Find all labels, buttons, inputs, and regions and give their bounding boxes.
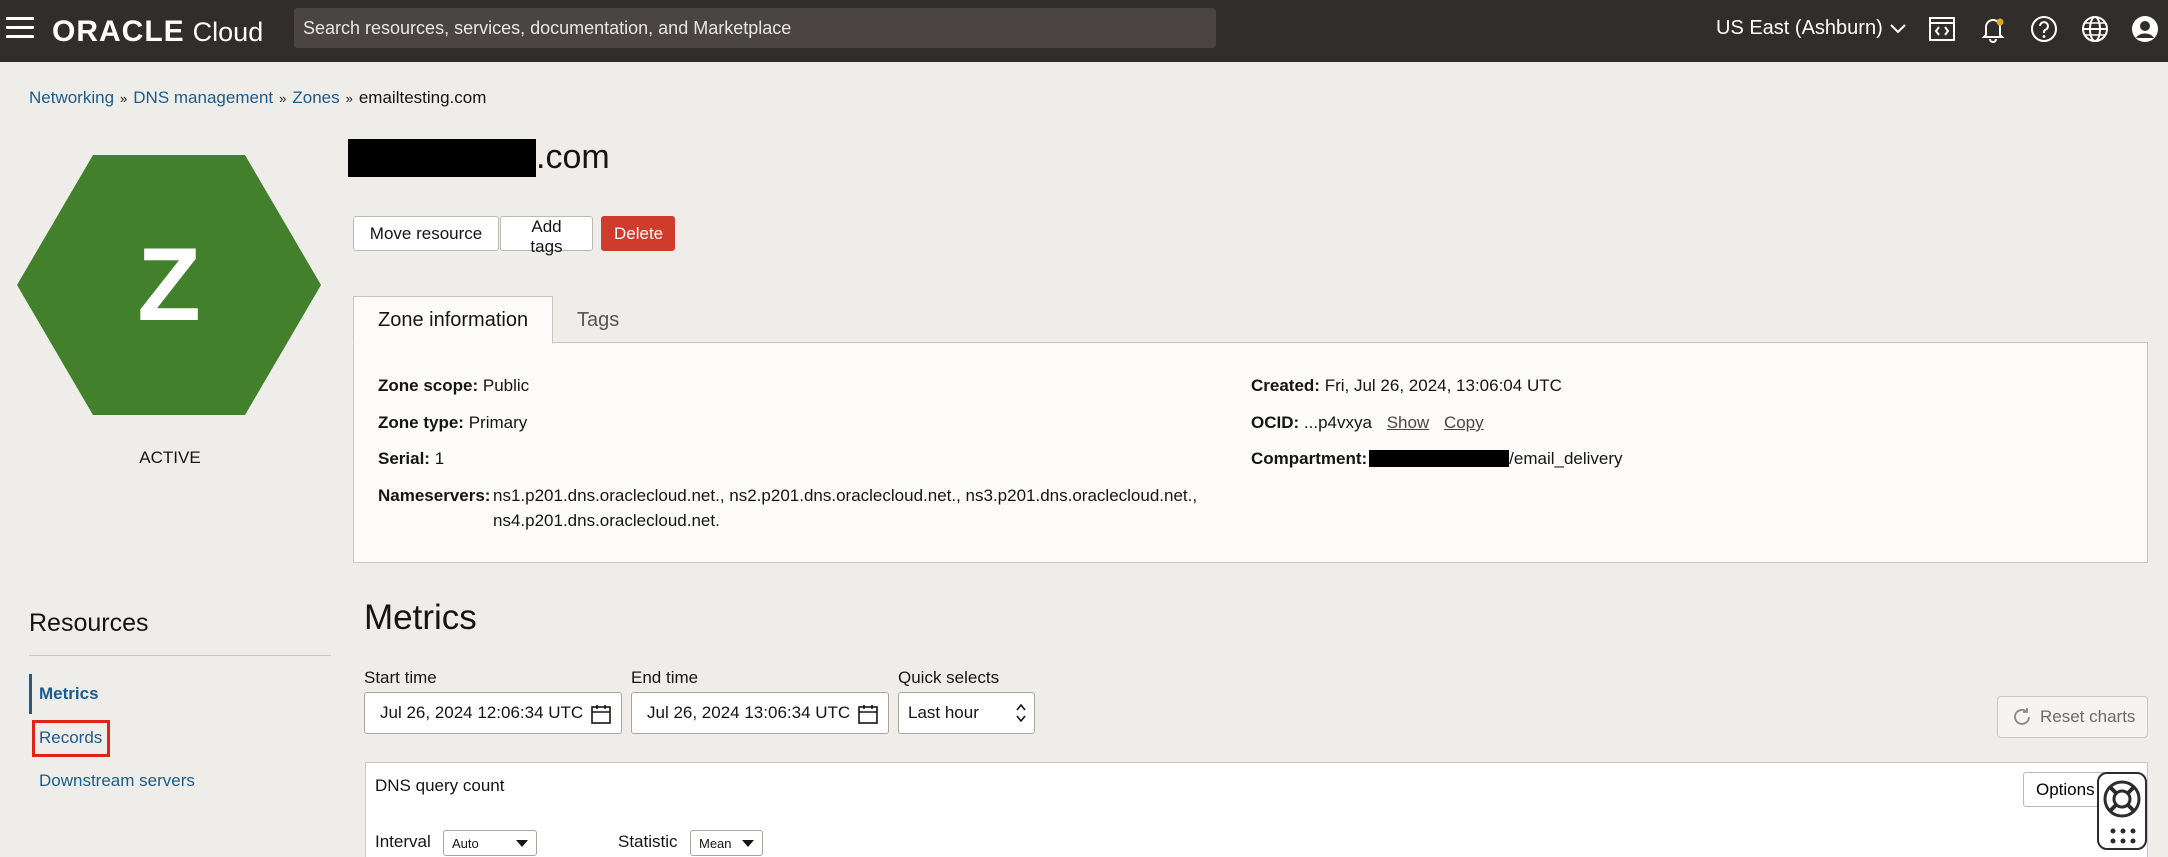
- zone-scope-label: Zone scope:: [378, 376, 479, 395]
- compartment-label: Compartment:: [1251, 449, 1368, 468]
- page-title-suffix: .com: [536, 138, 610, 176]
- created-field: Created: Fri, Jul 26, 2024, 13:06:04 UTC: [1251, 373, 1562, 398]
- region-selector[interactable]: US East (Ashburn): [1716, 17, 1907, 40]
- divider: [29, 655, 331, 656]
- refresh-icon: [2014, 708, 2030, 725]
- breadcrumb-networking[interactable]: Networking: [29, 88, 114, 108]
- breadcrumb-separator-icon: »: [279, 90, 287, 106]
- nameservers-line: ns4.p201.dns.oraclecloud.net.: [493, 511, 720, 530]
- zone-information-panel: Zone scope: Public Zone type: Primary Se…: [353, 342, 2148, 563]
- serial-value: 1: [434, 449, 445, 468]
- ocid-copy-link[interactable]: Copy: [1444, 413, 1484, 432]
- breadcrumb-separator-icon: »: [345, 90, 353, 106]
- ocid-value: ...p4vxya: [1303, 413, 1372, 432]
- brand-oracle: ORACLE: [52, 15, 185, 48]
- serial-field: Serial: 1: [378, 446, 444, 471]
- statistic-label: Statistic: [618, 832, 678, 851]
- redacted-block: [1369, 450, 1510, 467]
- nameservers-field: Nameservers:: [378, 483, 490, 508]
- up-down-chevron-icon: [1016, 703, 1026, 723]
- ocid-show-link[interactable]: Show: [1387, 413, 1430, 432]
- quick-selects-dropdown[interactable]: Last hour: [898, 692, 1035, 734]
- add-tags-button[interactable]: Add tags: [500, 216, 593, 256]
- zone-type-label: Zone type:: [378, 413, 464, 432]
- nameservers-line: ns1.p201.dns.oraclecloud.net., ns2.p201.…: [493, 486, 1198, 505]
- lifebuoy-icon: [2103, 780, 2141, 818]
- tab-zone-information[interactable]: Zone information: [353, 296, 554, 344]
- calendar-icon[interactable]: [857, 703, 879, 725]
- created-label: Created:: [1251, 376, 1320, 395]
- top-navigation-bar: ORACLE Cloud US East (Ashburn): [0, 0, 2168, 62]
- breadcrumb-dns-management[interactable]: DNS management: [133, 88, 273, 108]
- end-time-input[interactable]: Jul 26, 2024 13:06:34 UTC: [631, 692, 889, 734]
- brand-cloud: Cloud: [192, 17, 264, 47]
- breadcrumb-separator-icon: »: [120, 90, 128, 106]
- oracle-cloud-logo[interactable]: ORACLE Cloud: [52, 15, 263, 49]
- chart-title: DNS query count: [375, 776, 505, 795]
- chart-options-button[interactable]: Options: [2023, 772, 2108, 807]
- start-time-value: Jul 26, 2024 12:06:34 UTC: [380, 703, 584, 722]
- zone-scope-value: Public: [482, 376, 530, 395]
- bell-icon[interactable]: [1978, 14, 2008, 44]
- statistic-select[interactable]: Mean: [690, 830, 763, 856]
- caret-down-icon: [516, 840, 528, 847]
- page-title: .com: [348, 138, 610, 177]
- tab-tags[interactable]: Tags: [553, 296, 643, 344]
- breadcrumb-current: emailtesting.com: [358, 88, 487, 107]
- metrics-heading: Metrics: [364, 598, 477, 637]
- resources-item-metrics[interactable]: Metrics: [39, 684, 99, 704]
- compartment-suffix: /email_delivery: [1509, 449, 1623, 468]
- breadcrumb: Networking » DNS management » Zones » em…: [29, 88, 486, 108]
- resources-item-downstream-servers[interactable]: Downstream servers: [39, 771, 195, 791]
- zone-type-field: Zone type: Primary: [378, 410, 527, 435]
- status-label: ACTIVE: [139, 448, 201, 467]
- end-time-label: End time: [631, 668, 699, 687]
- interval-value: Auto: [452, 835, 479, 851]
- user-profile-icon[interactable]: [2130, 14, 2160, 44]
- grid-dots-icon: [2110, 828, 2136, 844]
- created-value: Fri, Jul 26, 2024, 13:06:04 UTC: [1324, 376, 1562, 395]
- ocid-field: OCID: ...p4vxya Show Copy: [1251, 410, 1484, 435]
- zone-status-icon: Z: [17, 155, 321, 415]
- search-input[interactable]: [294, 8, 1216, 48]
- ocid-label: OCID:: [1251, 413, 1300, 432]
- support-widget[interactable]: [2097, 772, 2147, 850]
- reset-charts-label: Reset charts: [2040, 707, 2136, 726]
- zone-scope-field: Zone scope: Public: [378, 373, 529, 398]
- code-editor-icon[interactable]: [1927, 14, 1957, 44]
- globe-icon[interactable]: [2080, 14, 2110, 44]
- zone-type-value: Primary: [468, 413, 528, 432]
- caret-down-icon: [742, 840, 754, 847]
- zone-icon-letter: Z: [137, 226, 201, 343]
- dns-query-count-chart: DNS query count Options Interval Auto St…: [365, 762, 2148, 857]
- start-time-label: Start time: [364, 668, 437, 687]
- region-label: US East (Ashburn): [1716, 17, 1883, 39]
- quick-selects-label: Quick selects: [898, 668, 1000, 687]
- nameservers-label: Nameservers:: [378, 486, 491, 505]
- breadcrumb-zones[interactable]: Zones: [292, 88, 339, 108]
- calendar-icon[interactable]: [590, 703, 612, 725]
- hexagon-icon: Z: [17, 155, 321, 415]
- start-time-input[interactable]: Jul 26, 2024 12:06:34 UTC: [364, 692, 622, 734]
- redacted-block: [348, 138, 536, 177]
- statistic-value: Mean: [699, 835, 732, 851]
- move-resource-button[interactable]: Move resource: [353, 216, 499, 251]
- menu-icon[interactable]: [6, 17, 34, 39]
- reset-charts-button[interactable]: Reset charts: [1997, 696, 2148, 738]
- nameservers-value: ns1.p201.dns.oraclecloud.net., ns2.p201.…: [493, 483, 1197, 533]
- help-icon[interactable]: [2029, 14, 2059, 44]
- delete-button[interactable]: Delete: [601, 216, 675, 251]
- active-indicator: [29, 674, 32, 714]
- serial-label: Serial:: [378, 449, 430, 468]
- chevron-down-icon: [1890, 23, 1906, 33]
- resources-heading: Resources: [29, 609, 149, 637]
- quick-selects-value: Last hour: [908, 703, 979, 722]
- resources-item-records[interactable]: Records: [39, 728, 102, 748]
- compartment-field: Compartment: /email_delivery: [1251, 446, 1623, 471]
- interval-select[interactable]: Auto: [443, 830, 537, 856]
- interval-label: Interval: [375, 832, 431, 851]
- end-time-value: Jul 26, 2024 13:06:34 UTC: [647, 703, 851, 722]
